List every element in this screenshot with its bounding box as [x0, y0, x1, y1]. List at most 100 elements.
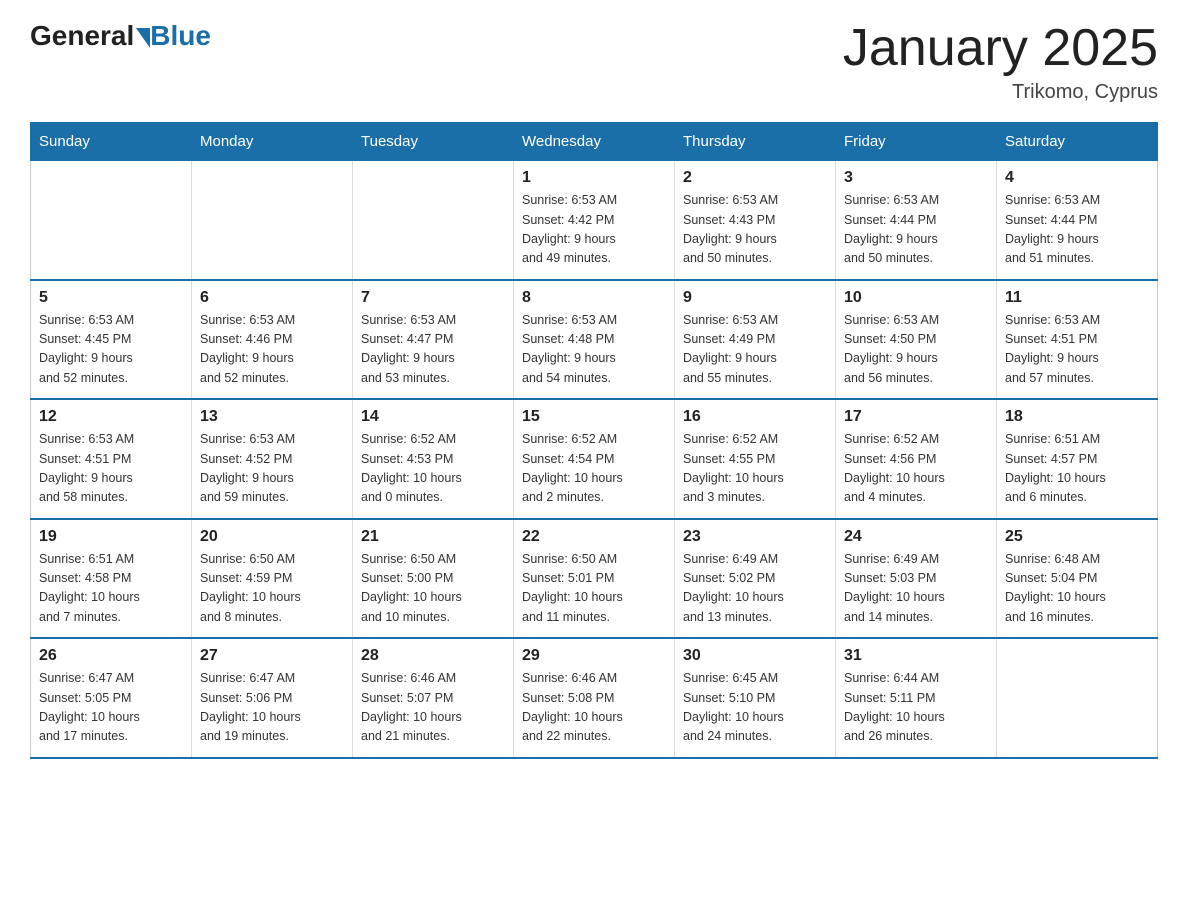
day-info: Sunrise: 6:53 AM Sunset: 4:50 PM Dayligh…: [844, 311, 988, 389]
calendar-cell: 13 Sunrise: 6:53 AM Sunset: 4:52 PM Dayli…: [192, 399, 353, 519]
calendar-cell: 25Sunrise: 6:48 AM Sunset: 5:04 PM Dayli…: [997, 519, 1158, 639]
calendar-cell: 4Sunrise: 6:53 AM Sunset: 4:44 PM Daylig…: [997, 161, 1158, 280]
calendar-cell: 18Sunrise: 6:51 AM Sunset: 4:57 PM Dayli…: [997, 399, 1158, 519]
day-info: Sunrise: 6:48 AM Sunset: 5:04 PM Dayligh…: [1005, 550, 1149, 628]
calendar-cell: 11Sunrise: 6:53 AM Sunset: 4:51 PM Dayli…: [997, 280, 1158, 400]
day-info: Sunrise: 6:50 AM Sunset: 5:01 PM Dayligh…: [522, 550, 666, 628]
day-number: 12: [39, 408, 183, 426]
calendar-cell: 17 Sunrise: 6:52 AM Sunset: 4:56 PM Dayli…: [836, 399, 997, 519]
day-info: Sunrise: 6:50 AM Sunset: 5:00 PM Dayligh…: [361, 550, 505, 628]
day-number: 3: [844, 169, 988, 187]
page-header: General Blue January 2025 Trikomo, Cypru…: [30, 20, 1158, 104]
weekday-header-sunday: Sunday: [31, 123, 192, 161]
day-number: 24: [844, 528, 988, 546]
day-number: 14: [361, 408, 505, 426]
calendar-cell: [997, 638, 1158, 758]
calendar-cell: 2 Sunrise: 6:53 AM Sunset: 4:43 PM Daylig…: [675, 161, 836, 280]
calendar-cell: 6 Sunrise: 6:53 AM Sunset: 4:46 PM Daylig…: [192, 280, 353, 400]
calendar-header: SundayMondayTuesdayWednesdayThursdayFrid…: [31, 123, 1158, 161]
day-number: 18: [1005, 408, 1149, 426]
calendar-cell: [192, 161, 353, 280]
logo-triangle-icon: [136, 28, 150, 48]
day-number: 6: [200, 289, 344, 307]
calendar-body: 1 Sunrise: 6:53 AM Sunset: 4:42 PM Daylig…: [31, 161, 1158, 758]
week-row-3: 12Sunrise: 6:53 AM Sunset: 4:51 PM Dayli…: [31, 399, 1158, 519]
logo-general-text: General: [30, 20, 134, 52]
calendar-cell: 8 Sunrise: 6:53 AM Sunset: 4:48 PM Daylig…: [514, 280, 675, 400]
calendar-cell: 10 Sunrise: 6:53 AM Sunset: 4:50 PM Dayli…: [836, 280, 997, 400]
calendar-cell: 23 Sunrise: 6:49 AM Sunset: 5:02 PM Dayli…: [675, 519, 836, 639]
day-info: Sunrise: 6:51 AM Sunset: 4:58 PM Dayligh…: [39, 550, 183, 628]
calendar-cell: 19 Sunrise: 6:51 AM Sunset: 4:58 PM Dayli…: [31, 519, 192, 639]
day-number: 13: [200, 408, 344, 426]
calendar-title: January 2025: [843, 20, 1158, 77]
day-number: 17: [844, 408, 988, 426]
day-number: 5: [39, 289, 183, 307]
day-number: 30: [683, 647, 827, 665]
day-number: 8: [522, 289, 666, 307]
day-number: 31: [844, 647, 988, 665]
calendar-cell: [353, 161, 514, 280]
day-info: Sunrise: 6:44 AM Sunset: 5:11 PM Dayligh…: [844, 669, 988, 747]
day-number: 1: [522, 169, 666, 187]
day-number: 27: [200, 647, 344, 665]
day-number: 26: [39, 647, 183, 665]
week-row-5: 26Sunrise: 6:47 AM Sunset: 5:05 PM Dayli…: [31, 638, 1158, 758]
calendar-cell: 16 Sunrise: 6:52 AM Sunset: 4:55 PM Dayli…: [675, 399, 836, 519]
week-row-4: 19 Sunrise: 6:51 AM Sunset: 4:58 PM Dayli…: [31, 519, 1158, 639]
weekday-header-tuesday: Tuesday: [353, 123, 514, 161]
day-info: Sunrise: 6:52 AM Sunset: 4:53 PM Dayligh…: [361, 430, 505, 508]
calendar-cell: 15 Sunrise: 6:52 AM Sunset: 4:54 PM Dayli…: [514, 399, 675, 519]
week-row-2: 5 Sunrise: 6:53 AM Sunset: 4:45 PM Daylig…: [31, 280, 1158, 400]
calendar-cell: 5 Sunrise: 6:53 AM Sunset: 4:45 PM Daylig…: [31, 280, 192, 400]
day-info: Sunrise: 6:49 AM Sunset: 5:02 PM Dayligh…: [683, 550, 827, 628]
weekday-header-thursday: Thursday: [675, 123, 836, 161]
calendar-cell: 12Sunrise: 6:53 AM Sunset: 4:51 PM Dayli…: [31, 399, 192, 519]
calendar-cell: 22Sunrise: 6:50 AM Sunset: 5:01 PM Dayli…: [514, 519, 675, 639]
calendar-cell: 31 Sunrise: 6:44 AM Sunset: 5:11 PM Dayli…: [836, 638, 997, 758]
day-info: Sunrise: 6:49 AM Sunset: 5:03 PM Dayligh…: [844, 550, 988, 628]
day-number: 21: [361, 528, 505, 546]
calendar-cell: 1 Sunrise: 6:53 AM Sunset: 4:42 PM Daylig…: [514, 161, 675, 280]
day-number: 15: [522, 408, 666, 426]
calendar-cell: 30Sunrise: 6:45 AM Sunset: 5:10 PM Dayli…: [675, 638, 836, 758]
day-info: Sunrise: 6:50 AM Sunset: 4:59 PM Dayligh…: [200, 550, 344, 628]
day-info: Sunrise: 6:53 AM Sunset: 4:51 PM Dayligh…: [1005, 311, 1149, 389]
day-number: 20: [200, 528, 344, 546]
day-number: 4: [1005, 169, 1149, 187]
day-number: 10: [844, 289, 988, 307]
day-info: Sunrise: 6:53 AM Sunset: 4:44 PM Dayligh…: [844, 191, 988, 269]
title-block: January 2025 Trikomo, Cyprus: [843, 20, 1158, 104]
day-info: Sunrise: 6:53 AM Sunset: 4:48 PM Dayligh…: [522, 311, 666, 389]
weekday-header-monday: Monday: [192, 123, 353, 161]
weekday-header-row: SundayMondayTuesdayWednesdayThursdayFrid…: [31, 123, 1158, 161]
logo-blue-text: Blue: [150, 20, 211, 52]
day-number: 16: [683, 408, 827, 426]
calendar-cell: 27Sunrise: 6:47 AM Sunset: 5:06 PM Dayli…: [192, 638, 353, 758]
day-info: Sunrise: 6:52 AM Sunset: 4:55 PM Dayligh…: [683, 430, 827, 508]
weekday-header-saturday: Saturday: [997, 123, 1158, 161]
calendar-cell: 9 Sunrise: 6:53 AM Sunset: 4:49 PM Daylig…: [675, 280, 836, 400]
calendar-cell: [31, 161, 192, 280]
day-info: Sunrise: 6:53 AM Sunset: 4:52 PM Dayligh…: [200, 430, 344, 508]
day-info: Sunrise: 6:53 AM Sunset: 4:43 PM Dayligh…: [683, 191, 827, 269]
day-number: 19: [39, 528, 183, 546]
day-number: 23: [683, 528, 827, 546]
day-info: Sunrise: 6:53 AM Sunset: 4:46 PM Dayligh…: [200, 311, 344, 389]
calendar-subtitle: Trikomo, Cyprus: [843, 81, 1158, 104]
day-number: 2: [683, 169, 827, 187]
day-number: 7: [361, 289, 505, 307]
calendar-cell: 24 Sunrise: 6:49 AM Sunset: 5:03 PM Dayli…: [836, 519, 997, 639]
day-info: Sunrise: 6:46 AM Sunset: 5:08 PM Dayligh…: [522, 669, 666, 747]
day-number: 9: [683, 289, 827, 307]
day-info: Sunrise: 6:53 AM Sunset: 4:45 PM Dayligh…: [39, 311, 183, 389]
weekday-header-friday: Friday: [836, 123, 997, 161]
day-info: Sunrise: 6:53 AM Sunset: 4:49 PM Dayligh…: [683, 311, 827, 389]
day-info: Sunrise: 6:53 AM Sunset: 4:47 PM Dayligh…: [361, 311, 505, 389]
day-info: Sunrise: 6:52 AM Sunset: 4:56 PM Dayligh…: [844, 430, 988, 508]
calendar-cell: 26Sunrise: 6:47 AM Sunset: 5:05 PM Dayli…: [31, 638, 192, 758]
day-info: Sunrise: 6:46 AM Sunset: 5:07 PM Dayligh…: [361, 669, 505, 747]
day-info: Sunrise: 6:53 AM Sunset: 4:42 PM Dayligh…: [522, 191, 666, 269]
calendar-cell: 29Sunrise: 6:46 AM Sunset: 5:08 PM Dayli…: [514, 638, 675, 758]
day-info: Sunrise: 6:52 AM Sunset: 4:54 PM Dayligh…: [522, 430, 666, 508]
